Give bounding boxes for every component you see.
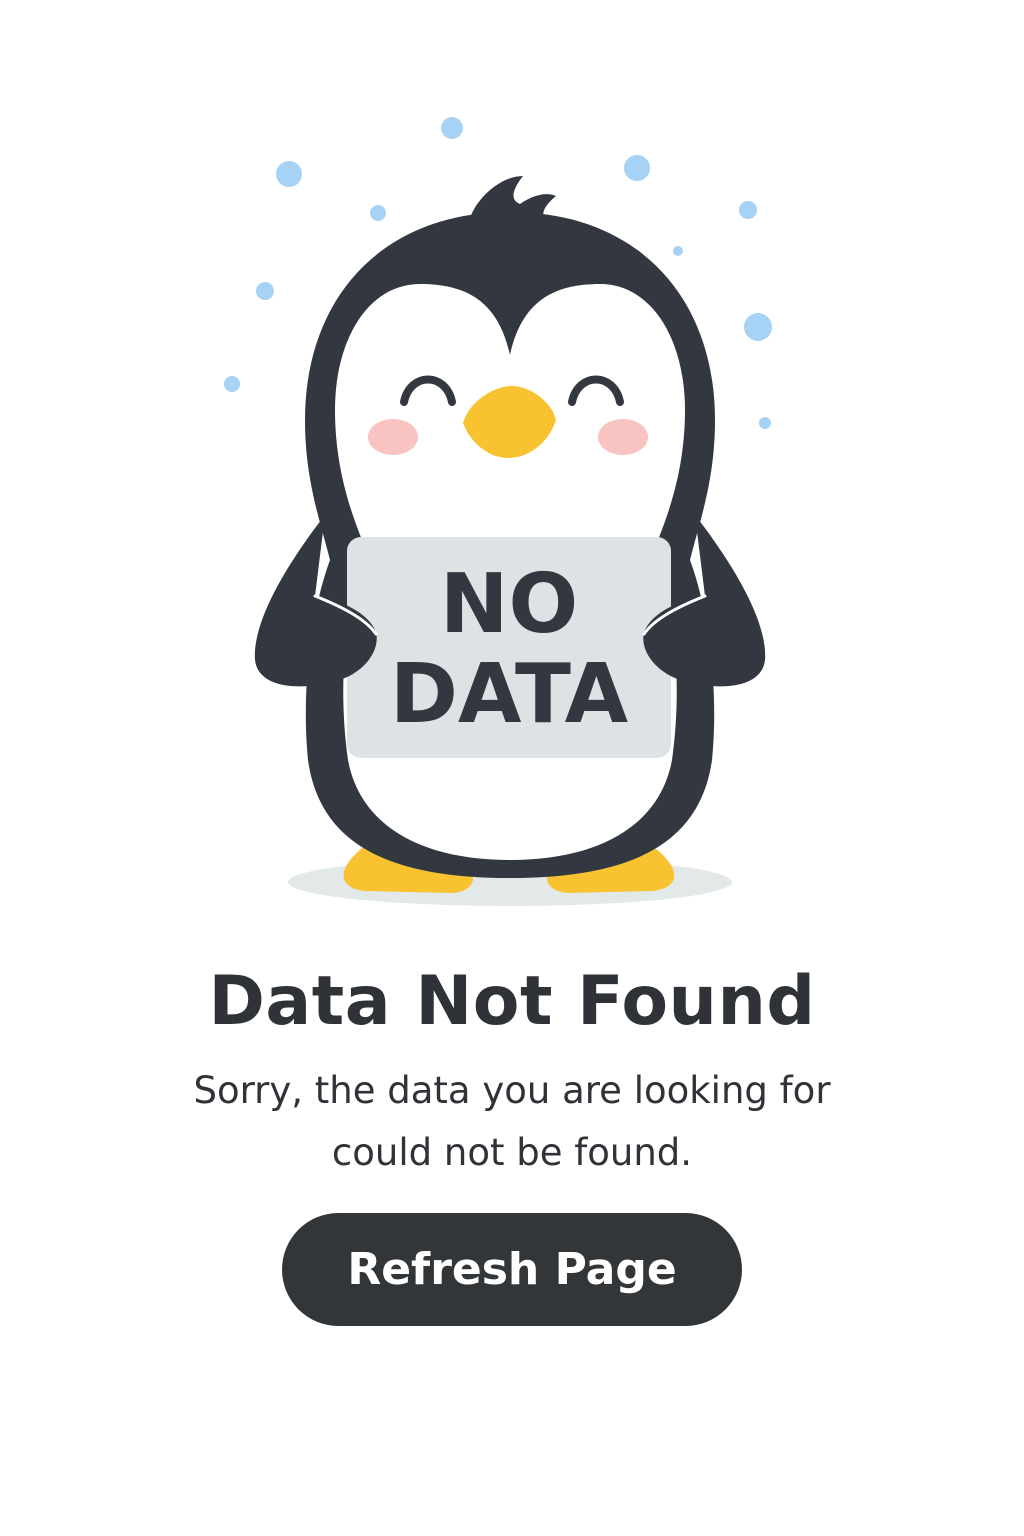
penguin-illustration: NO DATA — [224, 117, 772, 906]
refresh-page-button[interactable]: Refresh Page — [282, 1213, 742, 1326]
sign-text-line2: DATA — [390, 647, 629, 742]
error-message: Sorry, the data you are looking for coul… — [193, 1069, 831, 1174]
sign-text-line1: NO — [440, 557, 578, 652]
page-title: Data Not Found — [208, 962, 816, 1041]
